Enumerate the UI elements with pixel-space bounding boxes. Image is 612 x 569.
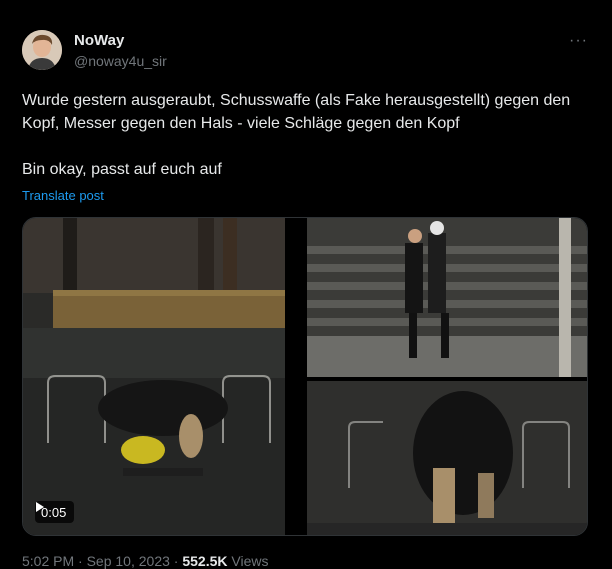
display-name[interactable]: NoWay — [74, 32, 124, 49]
post-date[interactable]: Sep 10, 2023 — [87, 553, 170, 569]
tweet-text: Wurde gestern ausgeraubt, Schusswaffe (a… — [22, 89, 594, 181]
views-count: 552.5K — [182, 553, 228, 569]
video-player[interactable]: 0:05 — [22, 217, 588, 536]
meta-separator: · — [74, 553, 87, 569]
play-icon[interactable] — [35, 501, 45, 513]
translate-post-link[interactable]: Translate post — [22, 188, 104, 203]
post-time[interactable]: 5:02 PM — [22, 553, 74, 569]
video-duration-badge: 0:05 — [35, 501, 75, 523]
more-horizontal-icon[interactable]: ··· — [569, 32, 588, 50]
tweet-header: NoWay @noway4u_sir ··· — [22, 30, 592, 70]
views-label: Views — [227, 553, 269, 569]
tweet-meta: 5:02 PM · Sep 10, 2023 · 552.5K Views — [22, 553, 268, 569]
avatar[interactable] — [22, 30, 62, 70]
avatar-image — [22, 30, 62, 70]
tweet-text-paragraph-2: Bin okay, passt auf euch auf — [22, 161, 222, 178]
user-handle[interactable]: @noway4u_sir — [74, 53, 167, 69]
tweet-text-paragraph-1: Wurde gestern ausgeraubt, Schusswaffe (a… — [22, 92, 571, 132]
meta-separator: · — [169, 553, 183, 569]
video-thumbnail — [23, 218, 587, 535]
